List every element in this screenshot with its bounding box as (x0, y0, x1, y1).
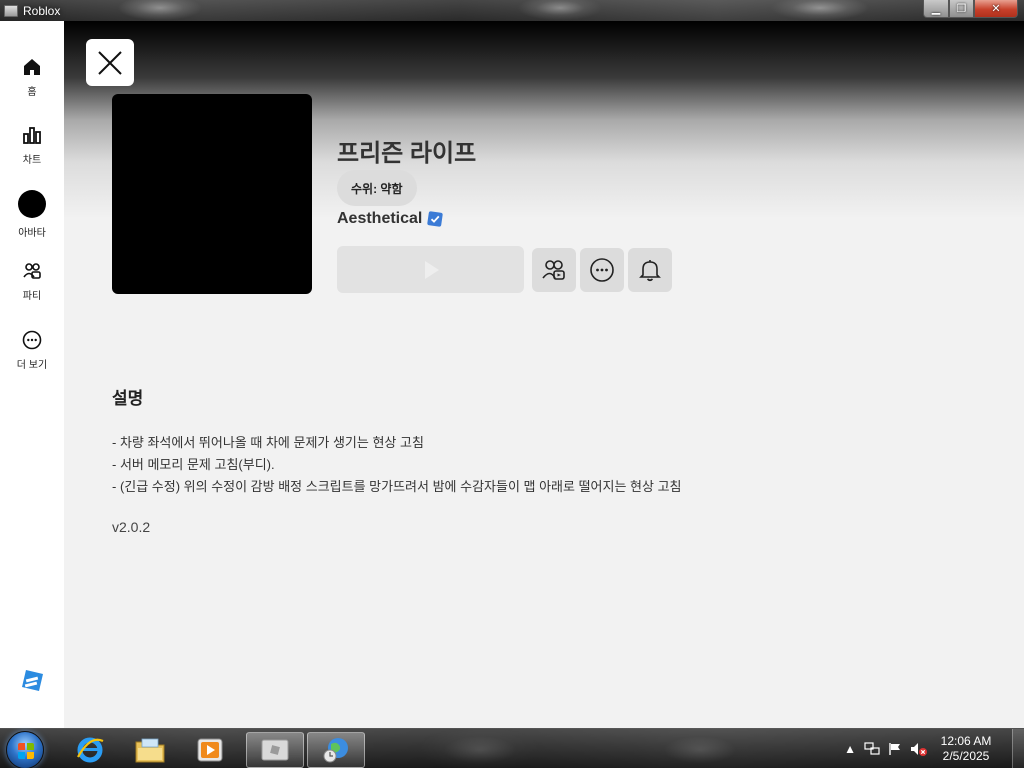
description-line: - 서버 메모리 문제 고침(부디). (112, 457, 275, 472)
taskbar-clock[interactable]: 12:06 AM 2/5/2025 (936, 734, 996, 764)
globe-icon (323, 738, 348, 763)
description-line: - 차량 좌석에서 뛰어나올 때 차에 문제가 생기는 현상 고침 (112, 435, 424, 450)
friends-icon (542, 260, 565, 280)
bell-icon (639, 260, 661, 282)
roblox-logo-icon (22, 670, 43, 691)
close-window-button[interactable]: ✕ (974, 0, 1018, 18)
close-details-button[interactable] (86, 39, 134, 86)
network-icon[interactable] (864, 742, 880, 756)
join-friends-button[interactable] (532, 248, 576, 292)
sidebar: 홈 차트 아바타 파티 더 보기 (0, 21, 64, 728)
window-controls: ▁ ❐ ✕ (923, 0, 1018, 18)
roblox-app: 홈 차트 아바타 파티 더 보기 프리즌 라이프 수위: 약함 Aestheti… (0, 21, 1024, 728)
media-player-icon (197, 738, 223, 762)
version-text: v2.0.2 (112, 519, 151, 535)
game-details-panel: 프리즌 라이프 수위: 약함 Aesthetical 설명 - 차량 좌석에서 … (64, 21, 1024, 728)
game-title: 프리즌 라이프 (337, 140, 477, 167)
taskbar-internet-explorer[interactable] (61, 732, 119, 768)
maximize-button[interactable]: ❐ (949, 0, 974, 18)
sidebar-item-label: 파티 (22, 291, 42, 302)
game-thumbnail (112, 94, 312, 294)
taskbar-media-player[interactable] (181, 732, 239, 768)
windows-taskbar: ▲ 12:06 AM 2/5/2025 (0, 728, 1024, 768)
volume-muted-icon[interactable] (910, 742, 928, 756)
sidebar-item-label: 아바타 (18, 228, 46, 239)
avatar-icon (18, 190, 46, 218)
sidebar-item-avatar[interactable]: 아바타 (0, 190, 64, 239)
close-icon (98, 50, 122, 75)
start-button[interactable] (6, 731, 44, 768)
maturity-badge[interactable]: 수위: 약함 (337, 170, 417, 206)
minimize-icon: ▁ (931, 3, 941, 15)
clock-date: 2/5/2025 (942, 749, 990, 763)
show-desktop-button[interactable] (1012, 729, 1024, 768)
app-window-icon (4, 4, 18, 17)
notify-button[interactable] (628, 248, 672, 292)
verified-badge-icon (427, 211, 444, 227)
sidebar-item-label: 홈 (27, 87, 37, 98)
window-title: Roblox (23, 3, 61, 18)
roblox-logo[interactable] (20, 669, 44, 698)
close-icon: ✕ (991, 3, 1001, 15)
taskbar-file-explorer[interactable] (121, 732, 179, 768)
sidebar-item-party[interactable]: 파티 (0, 261, 64, 302)
window-titlebar[interactable]: Roblox ▁ ❐ ✕ (0, 0, 1024, 21)
creator-link[interactable]: Aesthetical (337, 210, 444, 228)
minimize-button[interactable]: ▁ (923, 0, 949, 18)
sidebar-item-charts[interactable]: 차트 (0, 125, 64, 166)
creator-name: Aesthetical (337, 210, 423, 227)
charts-icon (23, 127, 41, 144)
more-icon (22, 330, 42, 350)
restore-icon: ❐ (956, 3, 967, 15)
show-hidden-icons-icon[interactable]: ▲ (844, 742, 856, 756)
more-options-icon (590, 258, 614, 282)
action-center-flag-icon[interactable] (888, 742, 902, 756)
taskbar-roblox[interactable] (246, 732, 304, 768)
system-tray: ▲ 12:06 AM 2/5/2025 (844, 729, 1024, 768)
description-line: - (긴급 수정) 위의 수정이 감방 배정 스크립트를 망가뜨려서 밤에 수감… (112, 479, 682, 494)
more-options-button[interactable] (580, 248, 624, 292)
home-icon (24, 59, 40, 75)
taskbar-network-app[interactable] (307, 732, 365, 768)
roblox-window-icon (261, 739, 289, 761)
description-heading: 설명 (112, 389, 144, 408)
play-button[interactable] (337, 246, 524, 293)
internet-explorer-icon (77, 737, 104, 763)
clock-time: 12:06 AM (940, 734, 992, 748)
sidebar-item-label: 더 보기 (16, 360, 48, 371)
play-icon (424, 260, 439, 279)
sidebar-item-label: 차트 (22, 155, 42, 166)
description-body: - 차량 좌석에서 뛰어나올 때 차에 문제가 생기는 현상 고침 - 서버 메… (112, 432, 682, 498)
sidebar-item-home[interactable]: 홈 (0, 57, 64, 98)
party-icon (23, 263, 41, 279)
sidebar-item-more[interactable]: 더 보기 (0, 330, 64, 371)
maturity-label: 수위: 약함 (351, 181, 403, 196)
folder-icon (135, 738, 165, 763)
